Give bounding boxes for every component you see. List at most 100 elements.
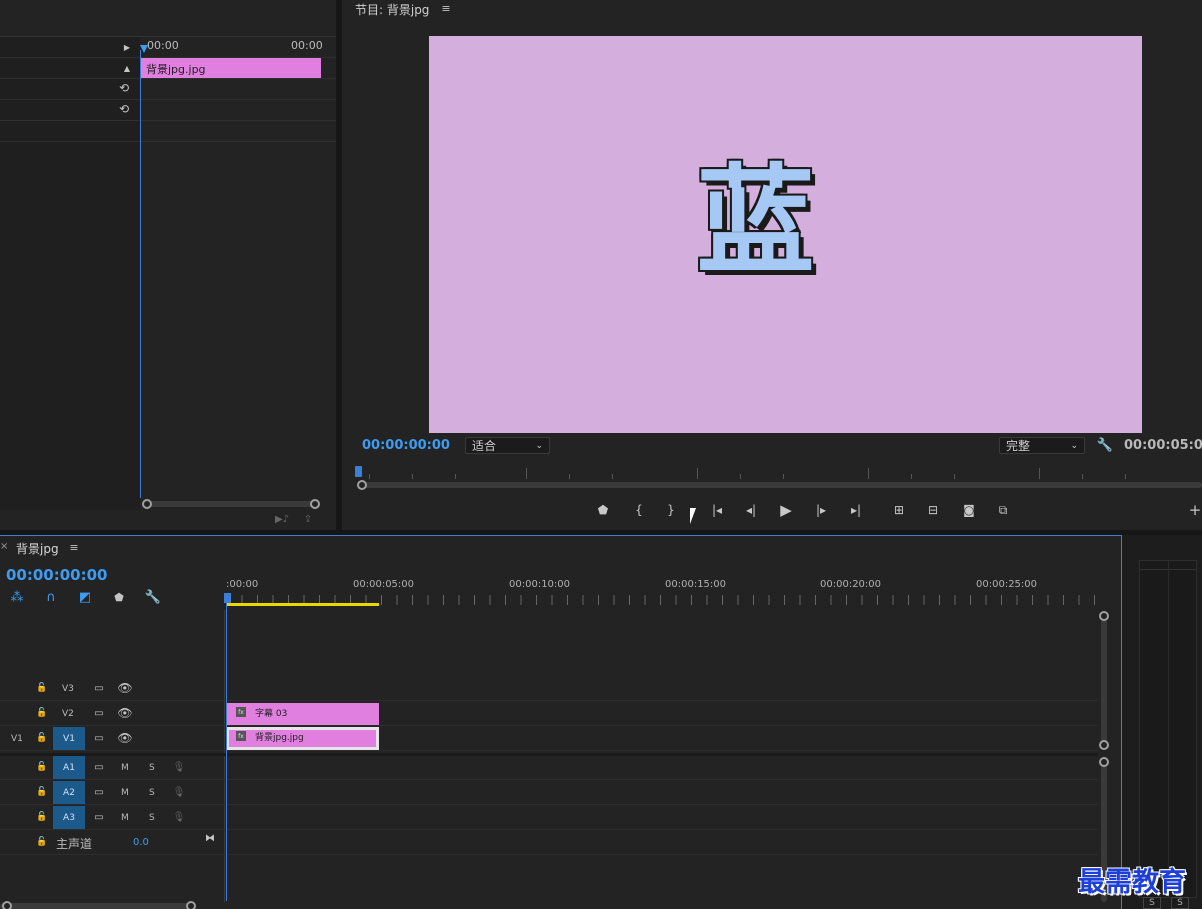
master-track-volume[interactable]: 0.0 — [133, 837, 149, 848]
toggle-sync-lock-icon[interactable]: ▭ — [92, 811, 106, 823]
solo-button[interactable]: S — [149, 813, 155, 823]
track-label-v2[interactable]: V2 — [62, 709, 74, 719]
eye-icon[interactable]: 👁 — [117, 706, 132, 720]
add-button[interactable]: + — [1188, 501, 1202, 519]
insert-audio-icon[interactable]: ▶♪ — [274, 513, 290, 525]
chevron-down-icon: ⌄ — [535, 440, 543, 451]
ruler-label: 00:00:05:00 — [353, 579, 415, 590]
play-button[interactable]: ▶ — [776, 500, 796, 520]
program-playhead[interactable] — [355, 466, 362, 477]
go-to-out-button[interactable]: ▸| — [845, 501, 867, 519]
lift-button[interactable]: ⊞ — [888, 501, 910, 519]
microphone-icon[interactable]: 🎙 — [173, 786, 186, 798]
linked-selection-icon[interactable]: ◩ — [77, 589, 93, 605]
source-playhead-line — [140, 50, 141, 498]
add-marker-button[interactable]: ⬟ — [594, 501, 612, 519]
snap-magnet-icon[interactable]: ∩ — [43, 589, 59, 605]
mute-button[interactable]: M — [121, 763, 129, 773]
lock-icon[interactable]: 🔓 — [36, 682, 48, 694]
timeline-horizontal-scrollbar[interactable] — [0, 903, 195, 909]
microphone-icon[interactable]: 🎙 — [173, 761, 186, 773]
extract-button[interactable]: ⊟ — [922, 501, 944, 519]
ruler-label: 00:00:20:00 — [820, 579, 882, 590]
track-target-a3[interactable]: A3 — [53, 806, 85, 829]
scroll-handle-bottom[interactable] — [1099, 740, 1109, 750]
camera-icon[interactable]: ◙ — [958, 501, 980, 519]
audio-meters — [1139, 560, 1197, 898]
hamburger-icon[interactable]: ≡ — [68, 541, 80, 554]
lock-icon[interactable]: 🔓 — [36, 811, 48, 823]
eye-icon[interactable]: 👁 — [117, 731, 132, 745]
program-ruler[interactable] — [358, 462, 1202, 480]
mark-out-button[interactable]: } — [662, 501, 680, 519]
mute-button[interactable]: M — [121, 788, 129, 798]
title-clip[interactable]: fx 字幕 03 — [226, 703, 379, 725]
source-playhead-marker[interactable] — [140, 45, 148, 53]
program-scrollbar[interactable] — [364, 482, 1202, 488]
source-scrollbar[interactable] — [146, 501, 316, 507]
lock-icon[interactable]: 🔓 — [36, 707, 48, 719]
master-track-label: 主声道 — [56, 837, 93, 851]
toggle-sync-lock-icon[interactable]: ▭ — [92, 707, 106, 719]
compare-view-button[interactable]: ⧉ — [992, 501, 1014, 519]
toggle-sync-lock-icon[interactable]: ▭ — [92, 732, 106, 744]
solo-button[interactable]: S — [149, 763, 155, 773]
timeline-tab-close-icon[interactable]: × — [0, 541, 8, 552]
mark-in-button[interactable]: { — [630, 501, 648, 519]
ruler-label: 00:00:10:00 — [509, 579, 571, 590]
reset-icon[interactable]: ⟲ — [116, 101, 132, 117]
expand-right-icon[interactable]: ▶ — [120, 40, 134, 54]
zoom-select[interactable]: 适合 ⌄ — [465, 437, 550, 454]
scroll-handle-top[interactable] — [1099, 611, 1109, 621]
program-timecode-current[interactable]: 00:00:00:00 — [362, 438, 450, 453]
scroll-handle-top[interactable] — [1099, 757, 1109, 767]
add-marker-icon[interactable]: ⬟ — [112, 590, 126, 604]
scroll-handle-left[interactable] — [2, 901, 12, 909]
scroll-handle-right[interactable] — [186, 901, 196, 909]
track-label-v3[interactable]: V3 — [62, 684, 74, 694]
timeline-playhead-marker[interactable] — [224, 593, 231, 603]
program-monitor-title[interactable]: 节目: 背景jpg — [355, 1, 429, 18]
source-patch-v1[interactable]: V1 — [11, 734, 23, 744]
export-icon[interactable]: ⇪ — [300, 513, 316, 525]
wrench-icon[interactable]: 🔧 — [1097, 437, 1113, 453]
bg-clip[interactable]: fx 背景jpg.jpg — [226, 727, 379, 750]
toggle-sync-lock-icon[interactable]: ▭ — [92, 761, 106, 773]
collapse-up-icon[interactable]: ▲ — [120, 61, 134, 75]
track-target-a1[interactable]: A1 — [53, 756, 85, 779]
video-track-scrollbar[interactable] — [1101, 616, 1107, 746]
eye-icon[interactable]: 👁 — [117, 681, 132, 695]
quality-select[interactable]: 完整 ⌄ — [999, 437, 1085, 454]
timeline-tab-title[interactable]: 背景jpg — [16, 540, 59, 557]
title-clip-label: 字幕 03 — [255, 709, 288, 719]
nest-sequence-icon[interactable]: ⁂ — [9, 589, 25, 605]
hamburger-icon[interactable]: ≡ — [440, 2, 452, 15]
mouse-cursor-icon — [690, 508, 696, 524]
lock-icon[interactable]: 🔓 — [36, 761, 48, 773]
timeline-timecode[interactable]: 00:00:00:00 — [6, 566, 108, 584]
scroll-handle-right[interactable] — [310, 499, 320, 509]
go-to-in-button[interactable]: |◂ — [706, 501, 728, 519]
scroll-handle-left[interactable] — [357, 480, 367, 490]
track-target-a2[interactable]: A2 — [53, 781, 85, 804]
toggle-sync-lock-icon[interactable]: ▭ — [92, 786, 106, 798]
lock-icon[interactable]: 🔓 — [36, 836, 48, 848]
work-area-bar[interactable] — [226, 603, 379, 606]
reset-icon[interactable]: ⟲ — [116, 80, 132, 96]
step-back-button[interactable]: ◂| — [741, 501, 761, 519]
ruler-label: 00:00:15:00 — [665, 579, 727, 590]
mute-button[interactable]: M — [121, 813, 129, 823]
scroll-handle-left[interactable] — [142, 499, 152, 509]
go-to-end-icon[interactable]: ⧓ — [203, 832, 217, 844]
wrench-icon[interactable]: 🔧 — [145, 589, 161, 605]
program-timecode-duration: 00:00:05:00 — [1124, 438, 1202, 453]
track-target-v1[interactable]: V1 — [53, 727, 85, 750]
solo-button[interactable]: S — [149, 788, 155, 798]
toggle-sync-lock-icon[interactable]: ▭ — [92, 682, 106, 694]
bg-clip-label: 背景jpg.jpg — [255, 733, 304, 743]
lock-icon[interactable]: 🔓 — [36, 786, 48, 798]
fx-badge: fx — [236, 731, 246, 741]
step-forward-button[interactable]: |▸ — [811, 501, 831, 519]
microphone-icon[interactable]: 🎙 — [173, 811, 186, 823]
lock-icon[interactable]: 🔓 — [36, 732, 48, 744]
